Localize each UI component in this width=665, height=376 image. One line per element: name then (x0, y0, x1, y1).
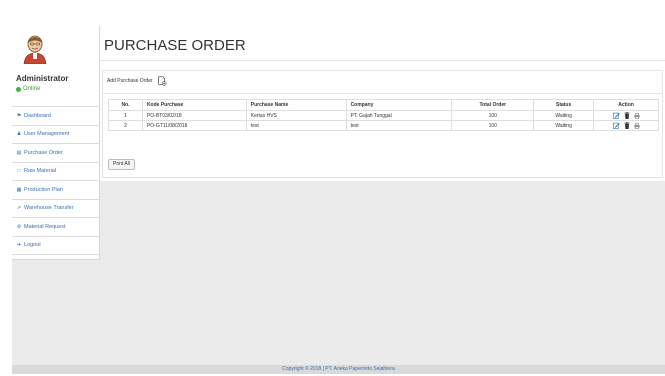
cell-purchase-name: Kertas HVS (245, 110, 347, 121)
sidebar: Administrator Online ⚑ Dashboard ♟ User … (12, 26, 100, 260)
cell-action (593, 110, 659, 121)
delete-icon[interactable] (624, 112, 630, 119)
user-status: Online (16, 86, 40, 92)
sidebar-item-label: User Management (24, 131, 70, 138)
purchase-order-panel: Add Purchase Order No. Kode Purchase Pur… (102, 70, 663, 178)
column-header-action: Action (593, 99, 659, 111)
cell-total-order: 100 (451, 110, 535, 121)
sidebar-item-dashboard[interactable]: ⚑ Dashboard (12, 107, 100, 126)
sidebar-item-label: Dashboard (24, 112, 51, 119)
print-icon[interactable] (633, 122, 640, 129)
cell-purchase-name: test (245, 120, 347, 131)
sidebar-item-label: Production Plan (24, 186, 63, 193)
box-icon: □ (17, 168, 21, 175)
sidebar-item-label: Raw Material (24, 168, 57, 175)
table-row: 1 PO-BT03/02/18 Kertas HVS PT. Gajah Tun… (108, 110, 659, 121)
add-document-icon (157, 76, 166, 86)
sidebar-item-label: Warehouse Transfer (24, 205, 74, 212)
edit-icon[interactable] (612, 112, 620, 119)
purchase-order-table: No. Kode Purchase Purchase Name Company … (108, 99, 659, 131)
copyright-text: Copyright © 2018 | PT. Aneka Paperindo S… (12, 365, 665, 374)
sidebar-item-warehouse-transfer[interactable]: ⇗ Warehouse Transfer (12, 200, 100, 218)
logout-icon: ➜ (16, 242, 22, 249)
cell-no: 1 (108, 110, 143, 121)
print-all-button[interactable]: Print All (108, 159, 135, 170)
app-shell: Administrator Online ⚑ Dashboard ♟ User … (12, 26, 665, 366)
sidebar-item-material-request[interactable]: ⚙ Material Request (12, 218, 100, 237)
sidebar-item-label: Material Request (24, 223, 66, 230)
cell-status: Waiting (533, 110, 595, 121)
avatar (20, 32, 50, 66)
sidebar-item-logout[interactable]: ➜ Logout (12, 237, 100, 255)
sidebar-item-production-plan[interactable]: ▦ Production Plan (12, 181, 100, 200)
edit-icon[interactable] (612, 122, 620, 129)
column-header-company: Company (345, 99, 453, 111)
cell-company: test (345, 120, 453, 131)
print-icon[interactable] (633, 112, 640, 119)
page-title: PURCHASE ORDER (104, 37, 246, 54)
user-status-label: Online (23, 86, 41, 92)
main-content: PURCHASE ORDER Add Purchase Order No. Ko… (100, 26, 665, 181)
cart-icon: ▤ (16, 149, 22, 156)
sidebar-item-label: Purchase Order (24, 149, 63, 156)
table-header-row: No. Kode Purchase Purchase Name Company … (108, 99, 659, 111)
add-purchase-order-label: Add Purchase Order (107, 78, 153, 84)
request-icon: ⚙ (16, 223, 22, 230)
avatar-icon (23, 35, 47, 64)
sidebar-item-raw-material[interactable]: □ Raw Material (12, 163, 100, 181)
column-header-purchase-name: Purchase Name (245, 99, 347, 111)
cell-kode-purchase: PO-GT11/08/2018 (141, 120, 247, 131)
table-row: 2 PO-GT11/08/2018 test test 100 Waiting (108, 120, 659, 131)
user-icon: ♟ (16, 131, 22, 138)
column-header-kode-purchase: Kode Purchase (141, 99, 247, 111)
cell-total-order: 100 (451, 120, 535, 131)
add-purchase-order-button[interactable]: Add Purchase Order (107, 76, 167, 86)
title-divider (100, 60, 665, 61)
sidebar-menu: ⚑ Dashboard ♟ User Management ▤ Purchase… (12, 106, 100, 255)
sidebar-item-purchase-order[interactable]: ▤ Purchase Order (12, 144, 100, 163)
sidebar-item-user-management[interactable]: ♟ User Management (12, 126, 100, 144)
column-header-total-order: Total Order (451, 99, 535, 111)
column-header-status: Status (533, 99, 595, 111)
sidebar-item-label: Logout (24, 242, 41, 249)
top-bar (0, 0, 665, 26)
cell-no: 2 (108, 120, 143, 131)
user-name: Administrator (16, 74, 69, 83)
footer: Copyright © 2018 | PT. Aneka Paperindo S… (0, 340, 665, 376)
calendar-icon: ▦ (16, 186, 22, 193)
home-icon: ⚑ (16, 112, 22, 119)
cell-status: Waiting (533, 120, 595, 131)
cell-kode-purchase: PO-BT03/02/18 (141, 110, 247, 121)
online-status-icon (16, 86, 21, 92)
cell-action (593, 120, 659, 131)
cell-company: PT. Gajah Tunggal (345, 110, 453, 121)
panel-divider (103, 93, 662, 94)
delete-icon[interactable] (624, 122, 630, 129)
column-header-no: No. (108, 99, 143, 111)
transfer-icon: ⇗ (16, 205, 22, 212)
